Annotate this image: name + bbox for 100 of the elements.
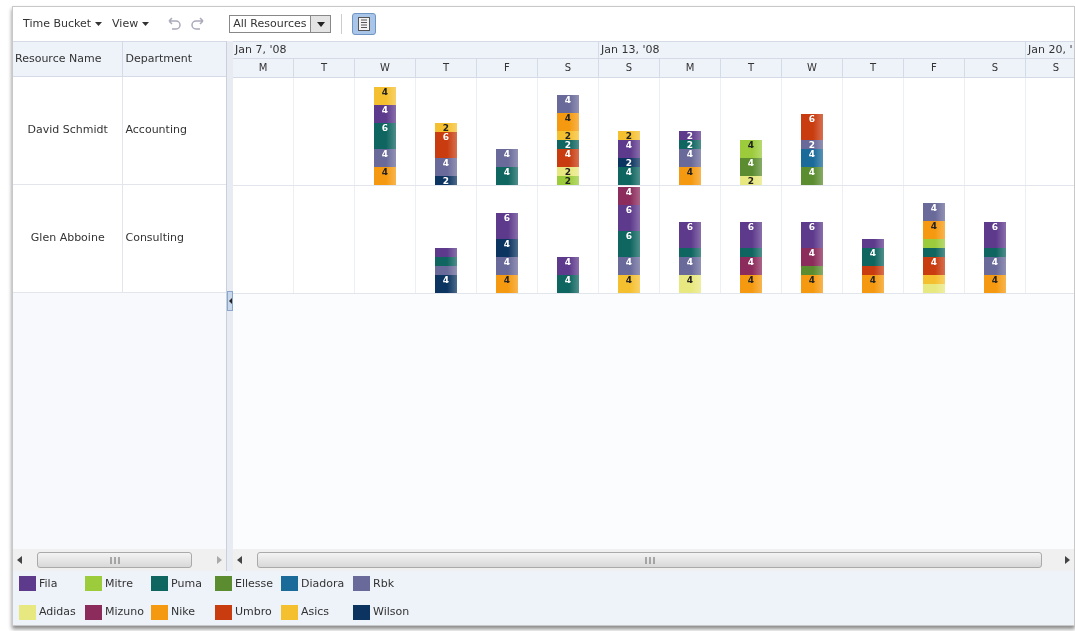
table-cell: David Schmidt <box>13 77 124 184</box>
bar-segment: 4 <box>435 275 457 293</box>
bar-segment: 4 <box>557 275 579 293</box>
day-header: S <box>538 59 599 77</box>
bar-segment: 4 <box>618 275 640 293</box>
bar-segment: 4 <box>679 167 701 185</box>
bar-segment: 4 <box>679 149 701 167</box>
caret-icon <box>142 22 150 26</box>
day-header: T <box>294 59 355 77</box>
legend-label: Ellesse <box>235 575 274 592</box>
day-header: T <box>416 59 477 77</box>
bar-segment: 6 <box>679 222 701 248</box>
day-header: F <box>904 59 965 77</box>
day-header: T <box>843 59 904 77</box>
legend-label: Mitre <box>105 575 133 592</box>
bar-segment: 6 <box>374 123 396 149</box>
day-header: F <box>477 59 538 77</box>
scroll-left-icon[interactable] <box>237 556 243 564</box>
bar-segment: 2 <box>435 176 457 185</box>
bar-segment: 4 <box>618 140 640 158</box>
splitter-handle[interactable] <box>227 291 233 311</box>
bar-segment: 4 <box>801 149 823 167</box>
day-header: W <box>782 59 843 77</box>
table-cell-text: Accounting <box>124 122 188 139</box>
bar-segment: 2 <box>679 131 701 140</box>
bar-segment: 4 <box>801 275 823 293</box>
bar-segment: 2 <box>435 123 457 132</box>
legend-label: Adidas <box>39 604 76 620</box>
list-icon <box>358 17 371 31</box>
day-header: S <box>965 59 1026 77</box>
legend-label: Umbro <box>235 604 272 620</box>
bar-segment: 4 <box>984 275 1006 293</box>
week-label: Jan 20, ' <box>1028 43 1073 56</box>
bar-segment: 6 <box>740 222 762 248</box>
bar-segment: 6 <box>435 132 457 158</box>
legend-label: Fila <box>39 575 58 592</box>
legend-toggle-button[interactable] <box>352 13 377 35</box>
bar-segment: 4 <box>557 257 579 275</box>
scroll-left-icon[interactable] <box>17 556 23 564</box>
legend-label: Asics <box>301 604 330 620</box>
bar-segment: 6 <box>801 222 823 248</box>
bar-segment: 4 <box>374 87 396 105</box>
column-header: Department <box>124 50 194 67</box>
bar-segment: 4 <box>496 275 518 293</box>
day-header: T <box>721 59 782 77</box>
week-label: Jan 13, '08 <box>601 43 660 56</box>
bar-segment: 4 <box>496 149 518 167</box>
bar-segment: 2 <box>618 158 640 167</box>
bar-segment: 4 <box>374 105 396 123</box>
bar-segment: 4 <box>618 257 640 275</box>
day-header: S <box>1026 59 1074 77</box>
bar-segment: 6 <box>496 213 518 239</box>
bar-segment: 4 <box>557 149 579 167</box>
day-header: W <box>355 59 416 77</box>
bar-segment: 2 <box>557 131 579 140</box>
bar-segment: 4 <box>801 248 823 266</box>
legend-label: Nike <box>171 604 196 620</box>
day-header: S <box>599 59 660 77</box>
legend-label: Mizuno <box>105 604 144 620</box>
bar-segment: 6 <box>618 231 640 257</box>
bar-segment: 4 <box>923 203 945 221</box>
bar-segment: 4 <box>923 221 945 239</box>
bar-segment: 4 <box>862 275 884 293</box>
bar-segment: 4 <box>679 257 701 275</box>
bar-segment: 4 <box>923 257 945 275</box>
bar-segment: 4 <box>740 257 762 275</box>
column-header: Resource Name <box>13 42 124 76</box>
menu-button[interactable]: Time Bucket <box>23 15 103 33</box>
bar-segment: 2 <box>801 140 823 149</box>
bar-segment: 2 <box>740 176 762 185</box>
bar-segment: 2 <box>557 176 579 185</box>
bar-segment: 2 <box>618 131 640 140</box>
menu-button[interactable]: View <box>112 15 150 33</box>
scroll-right-icon[interactable] <box>1064 556 1070 564</box>
day-header: M <box>660 59 721 77</box>
legend-label: Rbk <box>373 575 394 592</box>
legend-label: Wilson <box>373 604 410 620</box>
bar-segment: 4 <box>740 140 762 158</box>
bar-segment: 4 <box>618 167 640 185</box>
caret-icon <box>95 22 103 26</box>
resource-dropdown[interactable]: All Resources <box>229 15 332 33</box>
bar-segment: 4 <box>496 239 518 257</box>
bar-segment: 4 <box>862 248 884 266</box>
bar-segment: 2 <box>679 140 701 149</box>
bar-segment: 4 <box>496 257 518 275</box>
bar-segment: 4 <box>557 113 579 131</box>
bar-segment: 4 <box>618 187 640 205</box>
scrollbar-thumb[interactable] <box>257 552 1042 568</box>
bar-segment: 6 <box>984 222 1006 248</box>
table-cell: Glen Abboine <box>13 185 124 292</box>
caret-icon <box>316 21 325 27</box>
bar-segment: 4 <box>374 167 396 185</box>
scrollbar-thumb[interactable] <box>37 552 192 568</box>
bar-segment: 4 <box>740 158 762 176</box>
bar-segment: 4 <box>679 275 701 293</box>
week-label: Jan 7, '08 <box>235 43 287 56</box>
bar-segment: 4 <box>984 257 1006 275</box>
bar-segment: 4 <box>740 275 762 293</box>
bar-segment: 4 <box>801 167 823 185</box>
bar-segment: 4 <box>557 95 579 113</box>
